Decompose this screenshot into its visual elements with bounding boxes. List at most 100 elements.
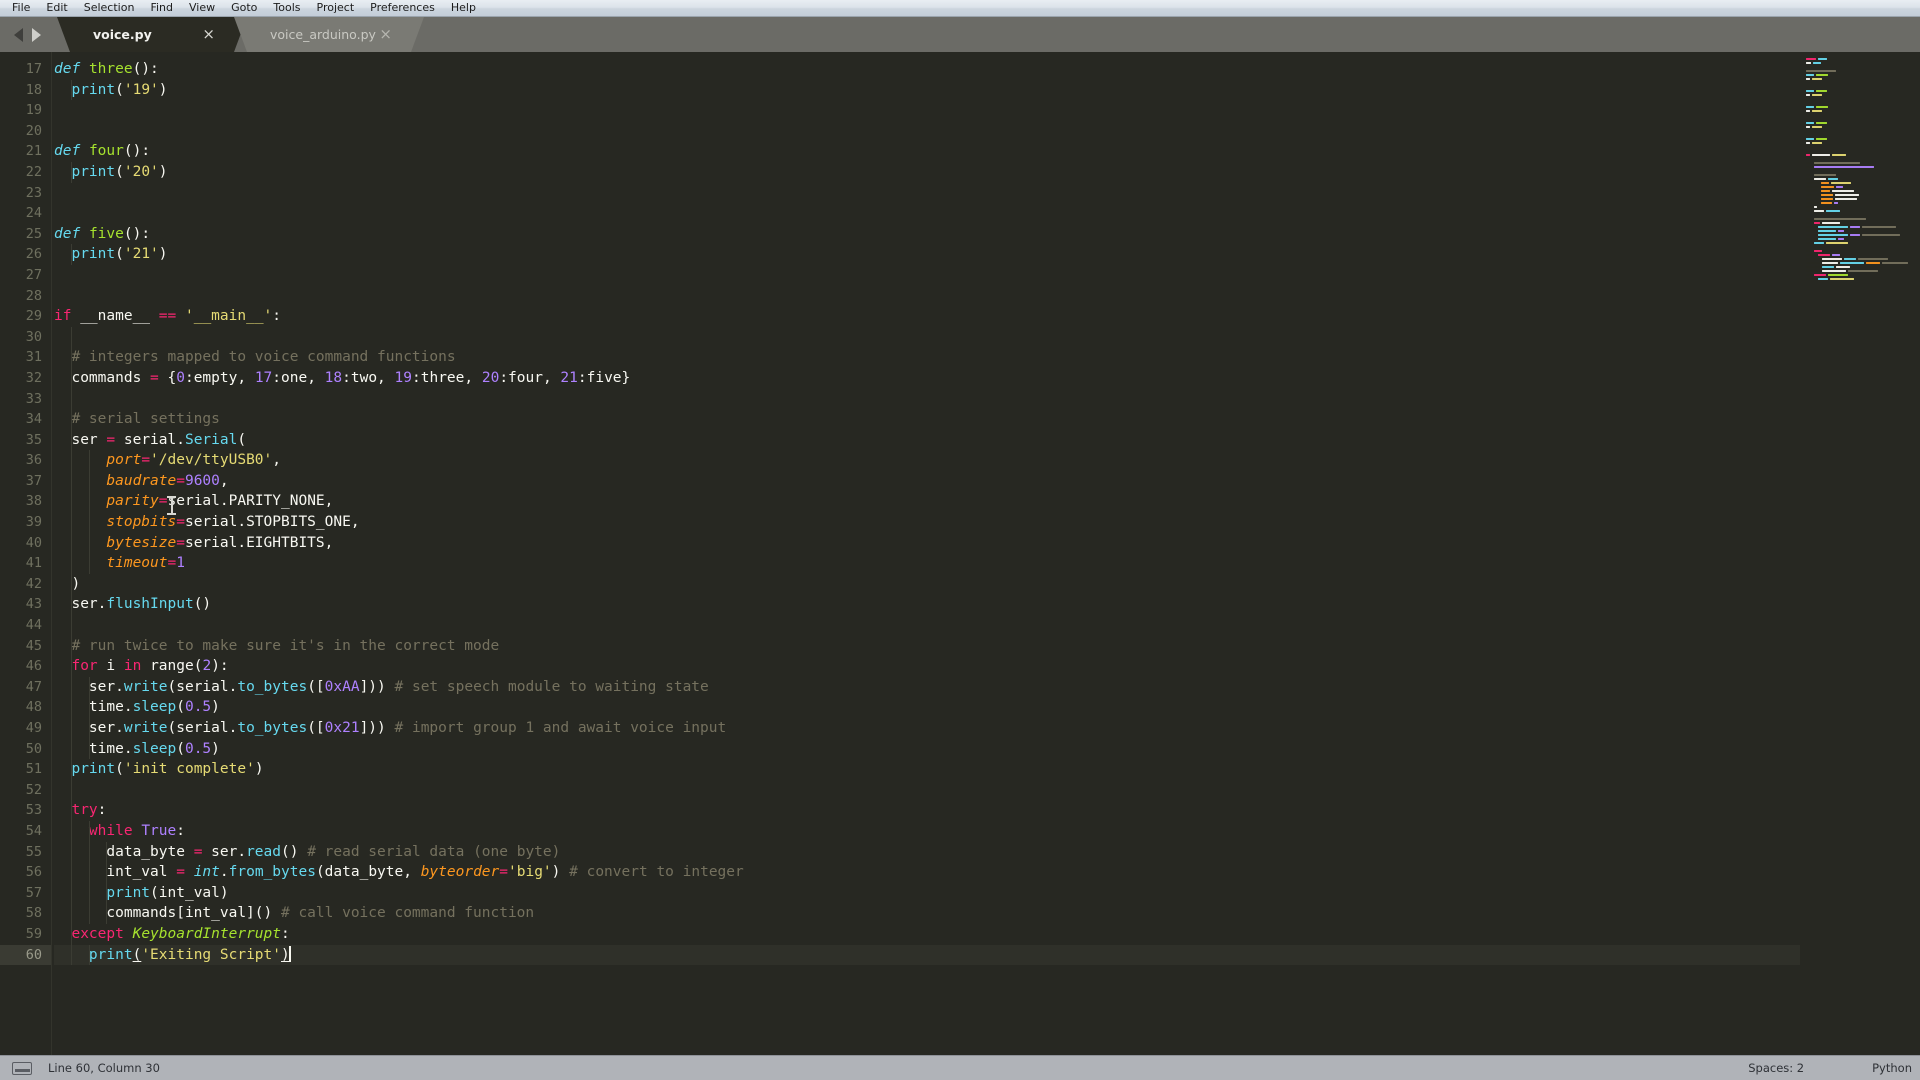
code-token: '21' bbox=[123, 246, 159, 263]
indent-guide bbox=[88, 676, 90, 698]
code-line[interactable] bbox=[54, 286, 1800, 307]
code-line[interactable]: print('Exiting Script') bbox=[54, 944, 1800, 966]
indent-guide bbox=[71, 615, 73, 636]
code-token: sleep bbox=[132, 699, 177, 716]
indent-guide bbox=[88, 450, 90, 471]
code-token: from_bytes bbox=[228, 864, 316, 881]
indent-setting[interactable]: Spaces: 2 bbox=[1748, 1061, 1804, 1075]
code-line[interactable]: print('19') bbox=[54, 79, 1800, 101]
code-line[interactable]: commands = {0:empty, 17:one, 18:two, 19:… bbox=[54, 367, 1800, 389]
code-line[interactable]: try: bbox=[54, 800, 1800, 821]
syntax-setting[interactable]: Python bbox=[1872, 1061, 1912, 1075]
close-icon[interactable]: × bbox=[379, 27, 392, 42]
code-line[interactable]: print('20') bbox=[54, 161, 1800, 183]
code-line[interactable]: ser = serial.Serial( bbox=[54, 429, 1800, 451]
code-line[interactable]: data_byte = ser.read() # read serial dat… bbox=[54, 841, 1800, 863]
code-token: 0 bbox=[176, 369, 185, 386]
code-token: def bbox=[54, 225, 81, 242]
editor-area[interactable]: 17 18 19 20 21 22 23 24 25 26 27 28 29 30 31 32 33 34 35 36… bbox=[0, 52, 1920, 1055]
code-content[interactable]: def three(): print('19') def four(): prin… bbox=[52, 52, 1800, 1055]
close-icon[interactable]: × bbox=[202, 27, 215, 42]
window-icon[interactable] bbox=[12, 1061, 32, 1075]
code-token: ) bbox=[158, 163, 168, 180]
code-token: sleep bbox=[132, 740, 177, 757]
code-line[interactable]: print('init complete') bbox=[54, 759, 1800, 780]
code-line[interactable]: def three(): bbox=[54, 59, 1800, 80]
minimap-segment bbox=[1812, 153, 1830, 157]
minimap-segment bbox=[1806, 105, 1814, 109]
tab-voice_arduino-py[interactable]: voice_arduino.py × bbox=[234, 17, 424, 52]
code-line[interactable]: ser.write(serial.to_bytes([0xAA])) # set… bbox=[54, 676, 1800, 698]
minimap-segment bbox=[1812, 93, 1822, 97]
menu-item-preferences[interactable]: Preferences bbox=[362, 0, 443, 17]
code-line[interactable]: except KeyboardInterrupt: bbox=[54, 923, 1800, 945]
code-token: for bbox=[71, 658, 98, 675]
code-token: data_byte bbox=[54, 843, 194, 860]
minimap-segment bbox=[1806, 237, 1816, 241]
menu-item-edit[interactable]: Edit bbox=[38, 0, 75, 17]
code-line[interactable]: timeout=1 bbox=[54, 553, 1800, 574]
minimap-segment bbox=[1806, 141, 1810, 145]
menu-item-goto[interactable]: Goto bbox=[223, 0, 265, 17]
code-line[interactable] bbox=[54, 203, 1800, 224]
code-line[interactable]: ser.write(serial.to_bytes([0x21])) # imp… bbox=[54, 718, 1800, 739]
code-token: = bbox=[106, 431, 116, 448]
code-token: = bbox=[141, 452, 151, 469]
code-token: KeyboardInterrupt bbox=[132, 925, 281, 942]
code-line[interactable] bbox=[54, 100, 1800, 121]
code-token: ])) bbox=[359, 678, 395, 695]
code-line[interactable]: if __name__ == '__main__': bbox=[54, 306, 1800, 327]
tab-voice-py[interactable]: voice.py × bbox=[57, 17, 247, 52]
code-line[interactable]: print(int_val) bbox=[54, 882, 1800, 904]
code-line[interactable]: commands[int_val]() # call voice command… bbox=[54, 903, 1800, 924]
code-line[interactable]: def four(): bbox=[54, 141, 1800, 162]
code-line[interactable]: ) bbox=[54, 573, 1800, 595]
code-line[interactable]: print('21') bbox=[54, 244, 1800, 265]
code-line[interactable]: bytesize=serial.EIGHTBITS, bbox=[54, 532, 1800, 554]
indent-guide bbox=[71, 697, 73, 718]
menu-item-tools[interactable]: Tools bbox=[265, 0, 308, 17]
code-line[interactable] bbox=[54, 183, 1800, 204]
arrow-left-icon[interactable] bbox=[14, 27, 23, 42]
menu-item-project[interactable]: Project bbox=[309, 0, 363, 17]
code-line[interactable]: while True: bbox=[54, 820, 1800, 842]
code-line[interactable]: port='/dev/ttyUSB0', bbox=[54, 450, 1800, 471]
code-line[interactable]: parity=serial.PARITY_NONE, bbox=[54, 491, 1800, 513]
minimap-segment bbox=[1806, 217, 1812, 221]
arrow-right-icon[interactable] bbox=[32, 27, 41, 42]
code-line[interactable] bbox=[54, 326, 1800, 348]
code-token: serial.EIGHTBITS, bbox=[184, 534, 334, 551]
code-line[interactable]: time.sleep(0.5) bbox=[54, 697, 1800, 718]
menu-item-find[interactable]: Find bbox=[142, 0, 181, 17]
minimap-segment bbox=[1806, 93, 1810, 97]
code-token: print bbox=[106, 884, 151, 901]
code-line[interactable]: # serial settings bbox=[54, 409, 1800, 430]
minimap[interactable] bbox=[1800, 52, 1920, 1055]
code-token: 9600 bbox=[184, 472, 220, 489]
code-line[interactable]: stopbits=serial.STOPBITS_ONE, bbox=[54, 512, 1800, 533]
code-line[interactable]: int_val = int.from_bytes(data_byte, byte… bbox=[54, 862, 1800, 883]
code-line[interactable]: def five(): bbox=[54, 224, 1800, 245]
minimap-segment bbox=[1838, 237, 1844, 241]
code-line[interactable] bbox=[54, 388, 1800, 410]
code-line[interactable]: for i in range(2): bbox=[54, 656, 1800, 677]
menu-item-file[interactable]: File bbox=[4, 0, 38, 17]
code-line[interactable]: # integers mapped to voice command funct… bbox=[54, 347, 1800, 368]
code-token: : bbox=[97, 802, 107, 819]
indent-guide bbox=[71, 882, 73, 904]
code-line[interactable] bbox=[54, 779, 1800, 801]
code-line[interactable] bbox=[54, 121, 1800, 142]
code-line[interactable]: baudrate=9600, bbox=[54, 470, 1800, 492]
code-line[interactable]: ser.flushInput() bbox=[54, 594, 1800, 616]
code-line[interactable]: # run twice to make sure it's in the cor… bbox=[54, 635, 1800, 657]
code-token: print bbox=[71, 81, 116, 98]
code-line[interactable] bbox=[54, 265, 1800, 286]
menu-item-view[interactable]: View bbox=[181, 0, 223, 17]
menu-item-help[interactable]: Help bbox=[443, 0, 484, 17]
code-line[interactable]: time.sleep(0.5) bbox=[54, 738, 1800, 760]
menu-item-selection[interactable]: Selection bbox=[76, 0, 143, 17]
code-line[interactable] bbox=[54, 615, 1800, 636]
